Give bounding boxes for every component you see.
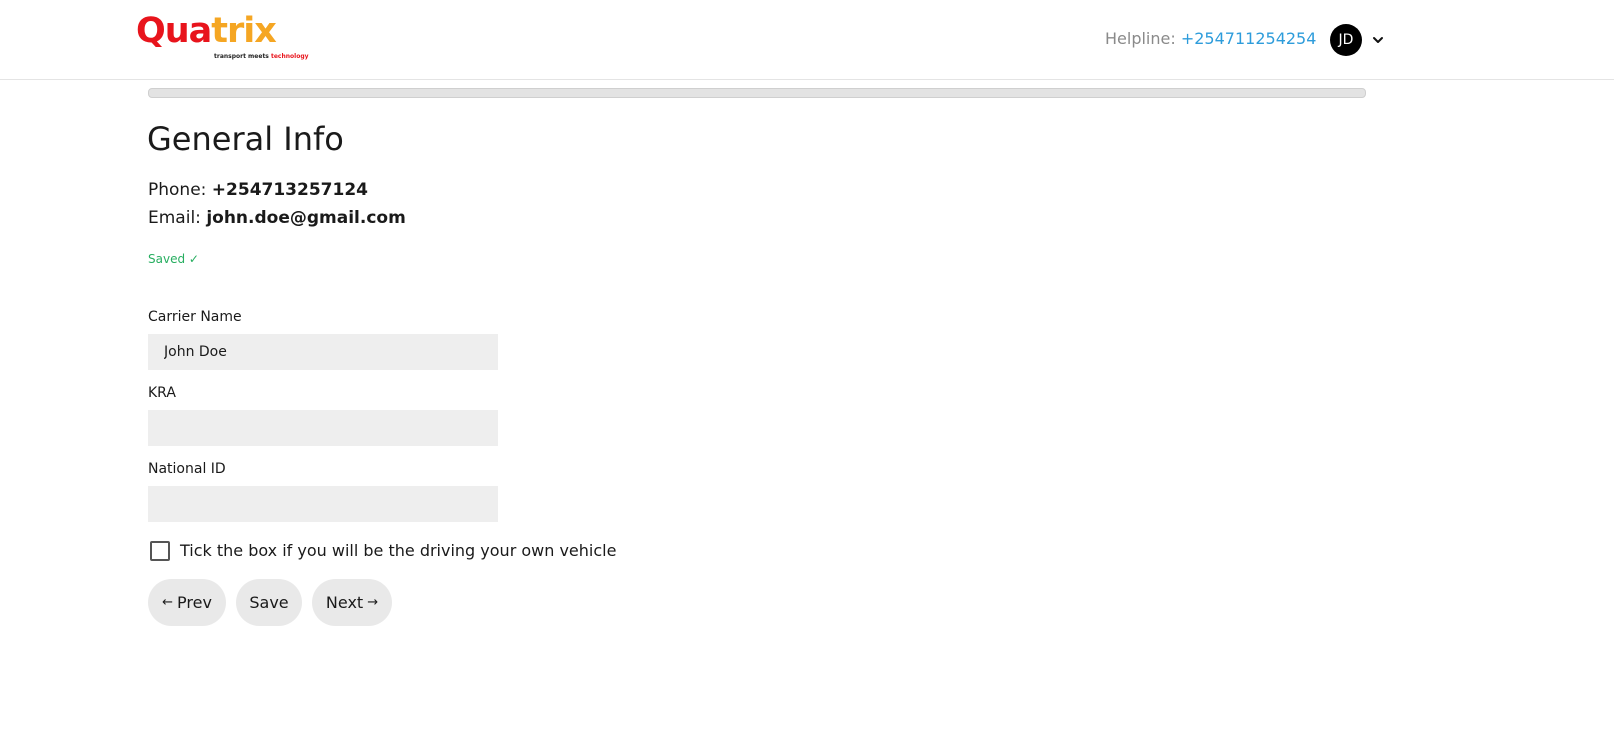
prev-button[interactable]: ← Prev [148, 579, 226, 626]
arrow-right-icon: → [367, 595, 379, 610]
page-title: General Info [147, 120, 344, 158]
save-button[interactable]: Save [236, 579, 302, 626]
kra-input[interactable] [148, 410, 498, 446]
drive-own-vehicle-checkbox[interactable] [150, 541, 170, 561]
email-label: Email: [148, 208, 201, 228]
user-avatar[interactable]: JD [1330, 24, 1362, 56]
helpline-label: Helpline: [1105, 29, 1176, 48]
helpline-number-link[interactable]: +254711254254 [1181, 29, 1317, 48]
kra-label: KRA [148, 385, 176, 401]
phone-label: Phone: [148, 180, 207, 200]
arrow-left-icon: ← [162, 595, 173, 610]
national-id-label: National ID [148, 461, 226, 477]
carrier-name-label: Carrier Name [148, 309, 242, 325]
drive-own-vehicle-label: Tick the box if you will be the driving … [180, 541, 617, 560]
phone-value: +254713257124 [211, 180, 368, 200]
progress-bar [148, 88, 1366, 98]
carrier-name-input[interactable] [148, 334, 498, 370]
save-button-label: Save [249, 593, 289, 612]
email-info: Email: john.doe@gmail.com [148, 208, 406, 228]
phone-info: Phone: +254713257124 [148, 180, 368, 200]
next-button-label: Next [325, 593, 364, 612]
national-id-input[interactable] [148, 486, 498, 522]
quatrix-logo[interactable]: Quatrix transport meets technology [136, 14, 309, 62]
email-value: john.doe@gmail.com [206, 208, 406, 228]
prev-button-label: Prev [177, 593, 212, 612]
chevron-down-icon[interactable] [1372, 34, 1384, 46]
helpline: Helpline: +254711254254 [1105, 29, 1316, 48]
top-header: Quatrix transport meets technology Helpl… [0, 0, 1614, 80]
saved-status: Saved ✓ [148, 252, 199, 266]
next-button[interactable]: Next → [312, 579, 392, 626]
logo-wordmark: Quatrix [136, 11, 277, 51]
logo-tagline: transport meets technology [214, 53, 309, 60]
